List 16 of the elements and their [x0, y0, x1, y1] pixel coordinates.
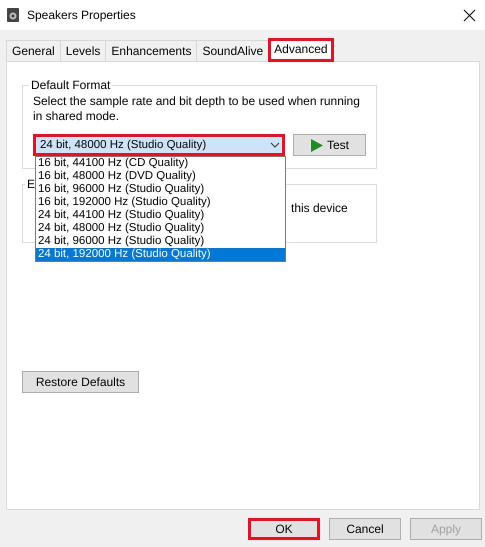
dialog-button[interactable]: OK — [248, 518, 320, 540]
group-heading: E — [26, 177, 36, 191]
option-label: this device — [291, 201, 349, 215]
test-button[interactable]: Test — [293, 134, 366, 156]
tab[interactable]: Advanced — [268, 38, 334, 62]
dropdown-option[interactable]: 24 bit, 192000 Hz (Studio Quality) — [36, 248, 285, 261]
window-title: Speakers Properties — [27, 8, 137, 22]
tab[interactable]: General — [6, 40, 61, 62]
play-icon — [310, 138, 323, 152]
close-icon[interactable] — [461, 7, 477, 23]
restore-defaults-button[interactable]: Restore Defaults — [22, 371, 139, 393]
group-heading: Default Format — [30, 78, 112, 92]
speaker-icon — [7, 8, 19, 22]
format-dropdown[interactable]: 24 bit, 48000 Hz (Studio Quality) — [33, 134, 285, 156]
dialog-button[interactable]: Cancel — [329, 518, 401, 540]
description: Select the sample rate and bit depth to be used when running in shared mode. — [33, 94, 361, 124]
